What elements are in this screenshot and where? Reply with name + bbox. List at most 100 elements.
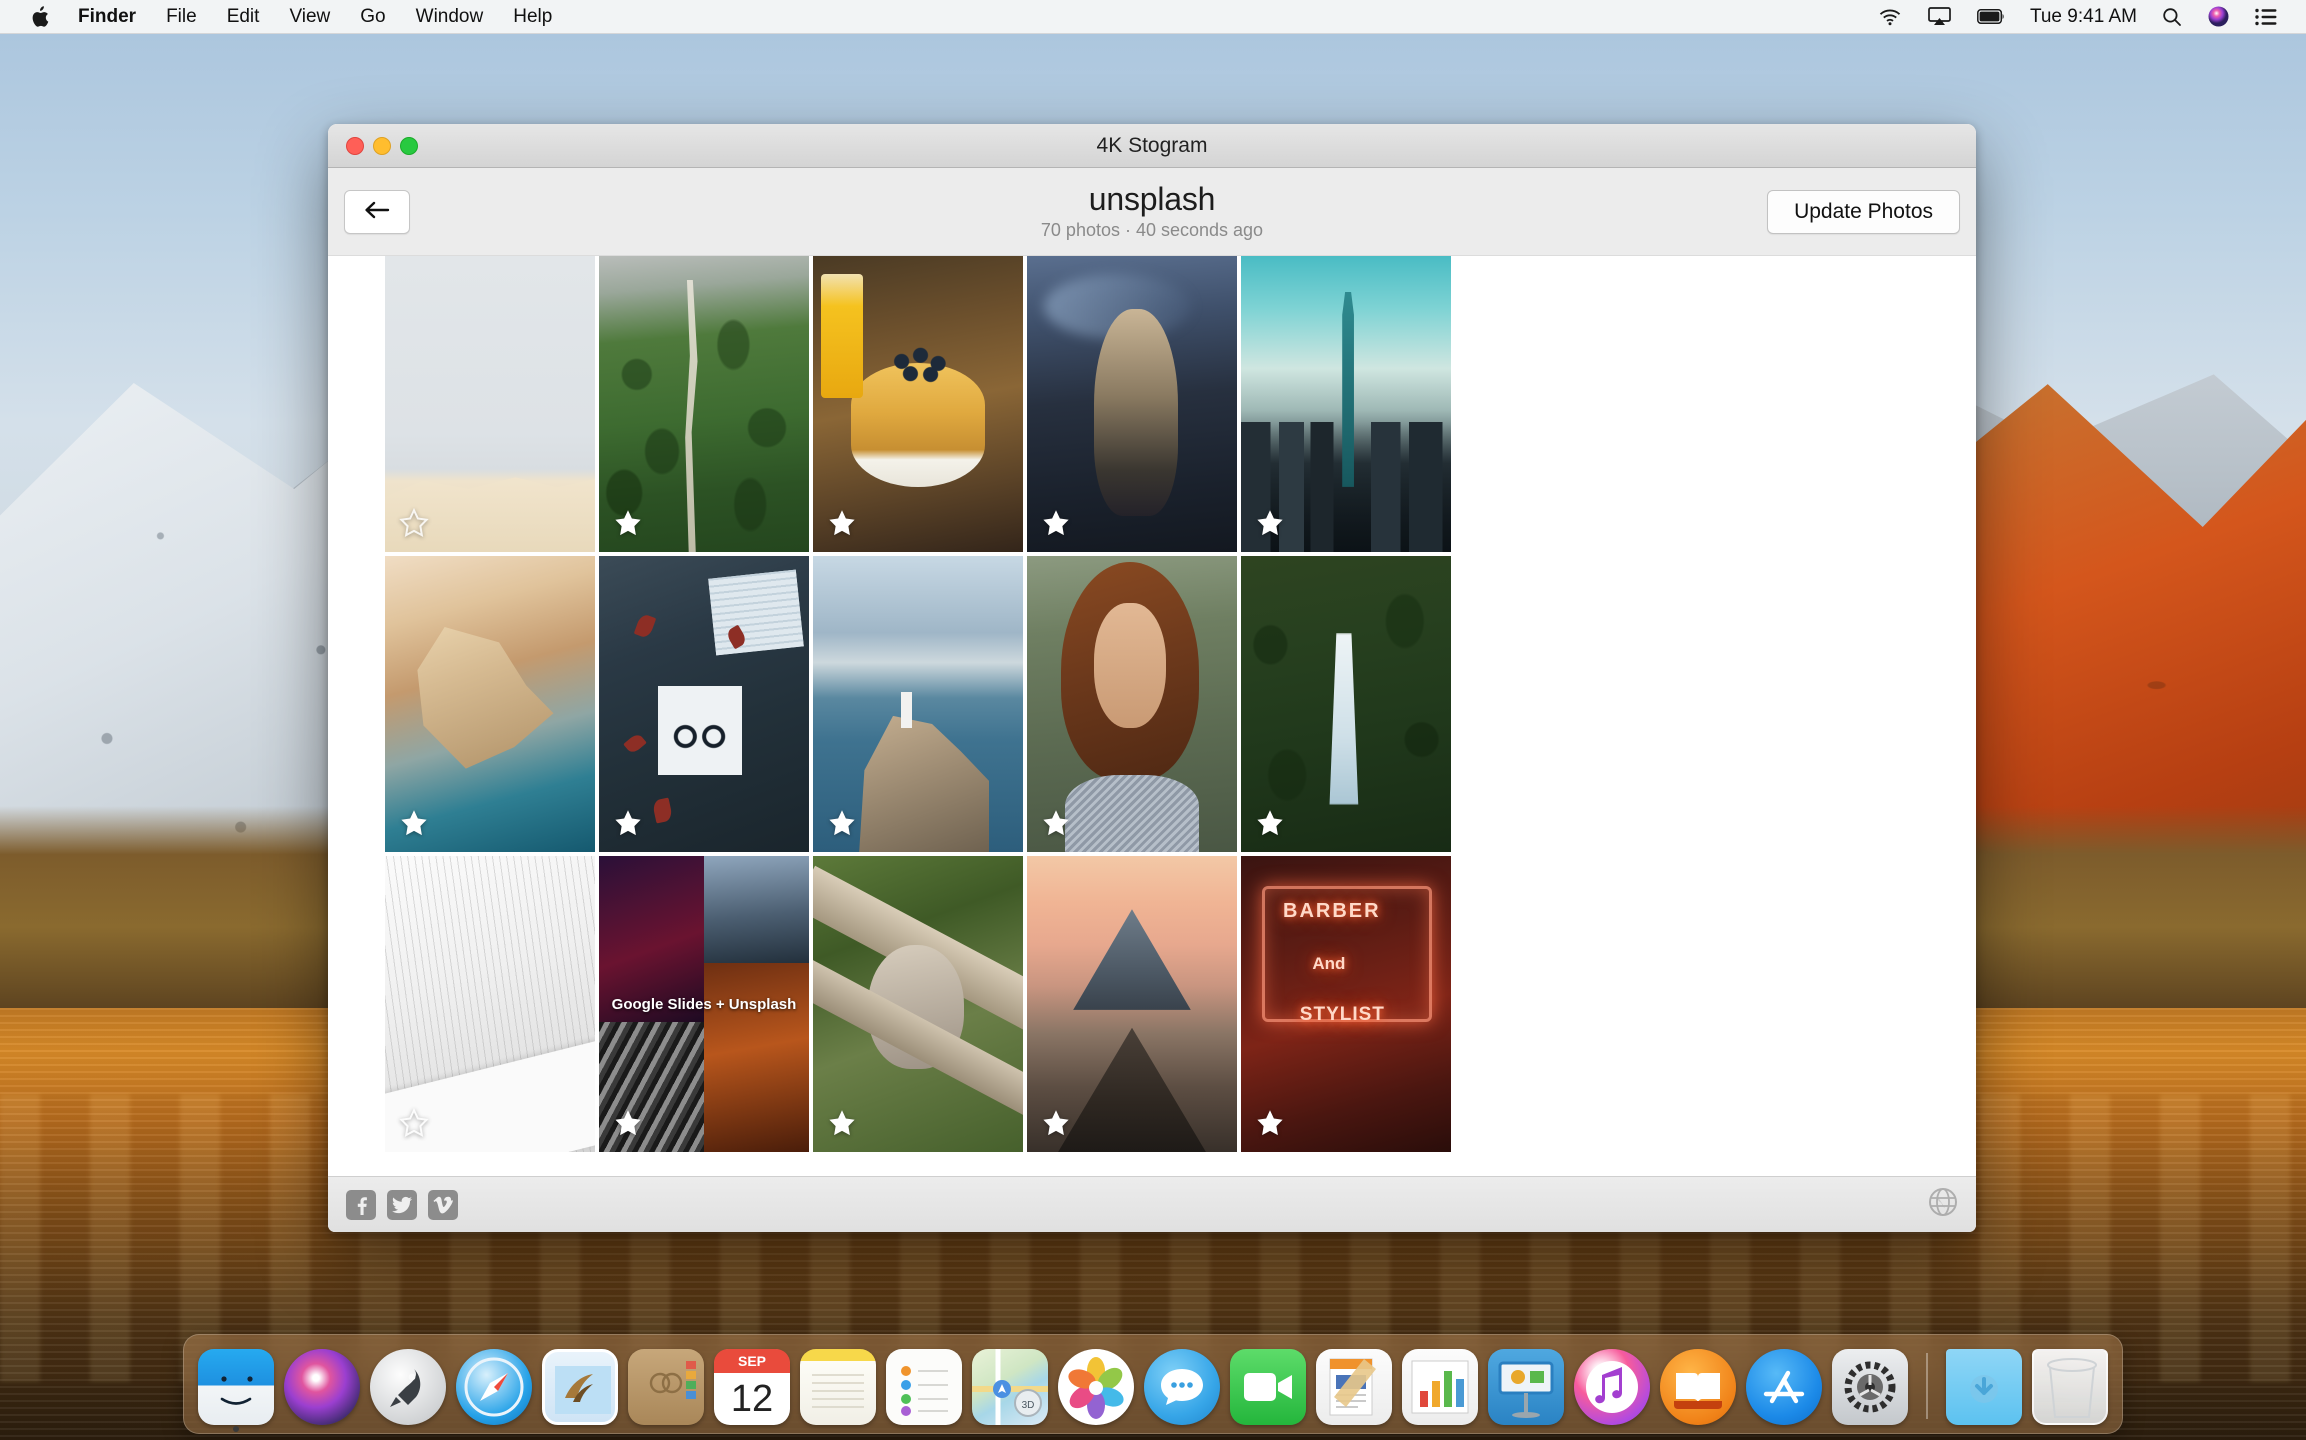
apple-icon[interactable] (16, 0, 63, 34)
running-indicator (233, 1426, 239, 1432)
wifi-icon[interactable] (1865, 0, 1915, 34)
dock-item-keynote[interactable] (1488, 1349, 1564, 1425)
zoom-button[interactable] (400, 136, 418, 155)
dock-item-calendar[interactable]: SEP 12 (714, 1349, 790, 1425)
star-toggle-on[interactable] (1041, 1108, 1071, 1138)
twitter-icon[interactable] (387, 1189, 417, 1220)
dock-item-trash[interactable] (2032, 1349, 2108, 1425)
photo-cell-aerial-green-valley[interactable] (599, 256, 809, 552)
menu-bar-left: Finder File Edit View Go Window Help (0, 0, 567, 34)
photo-cell-google-slides-collage[interactable]: Google Slides + Unsplash (599, 856, 809, 1152)
star-toggle-on[interactable] (613, 1108, 643, 1138)
star-toggle-on[interactable] (399, 808, 429, 838)
menu-item-edit[interactable]: Edit (212, 0, 275, 34)
neon-line-3: STYLIST (1299, 1004, 1385, 1025)
calendar-month: SEP (714, 1349, 790, 1373)
star-toggle-on[interactable] (613, 508, 643, 538)
app-window-4k-stogram: 4K Stogram unsplash 70 photos · 40 secon… (328, 124, 1976, 1232)
update-photos-button[interactable]: Update Photos (1767, 190, 1960, 234)
photo-grid[interactable]: Google Slides + Unsplash BARBER And STYL… (328, 256, 1976, 1176)
dock-item-facetime[interactable] (1230, 1349, 1306, 1425)
menu-item-finder[interactable]: Finder (63, 0, 151, 34)
dock-item-reminders[interactable] (886, 1349, 962, 1425)
photo-grid-rows: Google Slides + Unsplash BARBER And STYL… (385, 256, 1451, 1152)
app-toolbar: unsplash 70 photos · 40 seconds ago Upda… (328, 168, 1976, 256)
neon-line-2: And (1312, 953, 1346, 973)
dock-separator (1926, 1353, 1928, 1419)
dock-item-finder[interactable] (198, 1349, 274, 1432)
back-button[interactable] (344, 190, 410, 234)
window-title: 4K Stogram (1096, 133, 1208, 157)
star-toggle-off[interactable] (399, 507, 429, 538)
facebook-icon[interactable] (346, 1189, 376, 1220)
dock-item-notes[interactable] (800, 1349, 876, 1425)
dock-item-launchpad[interactable] (370, 1349, 446, 1425)
dock: SEP 12 3D (183, 1334, 2123, 1434)
menu-bar: Finder File Edit View Go Window Help Tue… (0, 0, 2306, 34)
photo-cell-white-architecture[interactable] (385, 856, 595, 1152)
minimize-button[interactable] (373, 136, 391, 155)
photo-cell-volcano-sunrise[interactable] (1027, 856, 1237, 1152)
star-toggle-off[interactable] (399, 1107, 429, 1138)
star-toggle-on[interactable] (1255, 808, 1285, 838)
paper-stack (708, 569, 805, 656)
leaf (623, 731, 648, 755)
photo-cell-desert-dune[interactable] (385, 256, 595, 552)
dock-item-downloads-folder[interactable] (1946, 1349, 2022, 1425)
star-toggle-on[interactable] (1041, 508, 1071, 538)
vimeo-icon[interactable] (428, 1189, 458, 1220)
dock-item-pages[interactable] (1316, 1349, 1392, 1425)
menu-bar-clock[interactable]: Tue 9:41 AM (2018, 6, 2149, 28)
window-title-bar[interactable]: 4K Stogram (328, 124, 1976, 168)
account-meta: 70 photos · 40 seconds ago (1040, 220, 1264, 241)
siri-icon[interactable] (2195, 0, 2242, 34)
menu-bar-status: Tue 9:41 AM (1865, 0, 2306, 34)
photo-cell-woman-with-phone-dusk[interactable] (1027, 256, 1237, 552)
star-toggle-on[interactable] (1255, 508, 1285, 538)
photo-cell-red-haired-woman-portrait[interactable] (1027, 556, 1237, 852)
airplay-icon[interactable] (1915, 0, 1964, 34)
menu-item-help[interactable]: Help (498, 0, 567, 34)
dock-item-maps[interactable]: 3D (972, 1349, 1048, 1425)
dock-item-numbers[interactable] (1402, 1349, 1478, 1425)
photo-cell-barber-neon-sign[interactable]: BARBER And STYLIST (1241, 856, 1451, 1152)
dock-item-safari[interactable] (456, 1349, 532, 1425)
collage-tile-1 (599, 856, 704, 1022)
star-toggle-on[interactable] (1041, 808, 1071, 838)
window-controls (328, 136, 418, 155)
app-bottom-bar (328, 1176, 1976, 1232)
menu-item-go[interactable]: Go (345, 0, 400, 34)
dock-item-system-preferences[interactable] (1832, 1349, 1908, 1425)
collage-tile-2 (704, 856, 809, 963)
photo-cell-forest-waterfall[interactable] (1241, 556, 1451, 852)
star-toggle-on[interactable] (613, 808, 643, 838)
dock-item-app-store[interactable] (1746, 1349, 1822, 1425)
dock-item-itunes[interactable] (1574, 1349, 1650, 1425)
star-toggle-on[interactable] (1255, 1108, 1285, 1138)
dock-item-mail[interactable] (542, 1349, 618, 1425)
star-toggle-on[interactable] (827, 508, 857, 538)
dock-item-siri[interactable] (284, 1349, 360, 1425)
menu-item-view[interactable]: View (274, 0, 345, 34)
photo-cell-desk-flatlay-glasses[interactable] (599, 556, 809, 852)
menu-item-window[interactable]: Window (401, 0, 499, 34)
star-toggle-on[interactable] (827, 808, 857, 838)
photo-cell-blueberry-pancakes[interactable] (813, 256, 1023, 552)
globe-icon[interactable] (1928, 1187, 1958, 1222)
dock-item-ibooks[interactable] (1660, 1349, 1736, 1425)
menu-item-file[interactable]: File (151, 0, 212, 34)
star-toggle-on[interactable] (827, 1108, 857, 1138)
search-icon[interactable] (2149, 0, 2195, 34)
close-button[interactable] (346, 136, 364, 155)
dock-item-photos[interactable] (1058, 1349, 1134, 1425)
dock-item-contacts[interactable] (628, 1349, 704, 1425)
photo-cell-taipei-city-skyline[interactable] (1241, 256, 1451, 552)
battery-icon[interactable] (1964, 0, 2018, 34)
svg-text:3D: 3D (1022, 1400, 1035, 1411)
account-header: unsplash 70 photos · 40 seconds ago (328, 182, 1976, 242)
list-icon[interactable] (2242, 0, 2290, 34)
dock-item-messages[interactable] (1144, 1349, 1220, 1425)
photo-cell-macaque-monkey-branch[interactable] (813, 856, 1023, 1152)
photo-cell-lighthouse-cliff-sea[interactable] (813, 556, 1023, 852)
photo-cell-aerial-coastline[interactable] (385, 556, 595, 852)
